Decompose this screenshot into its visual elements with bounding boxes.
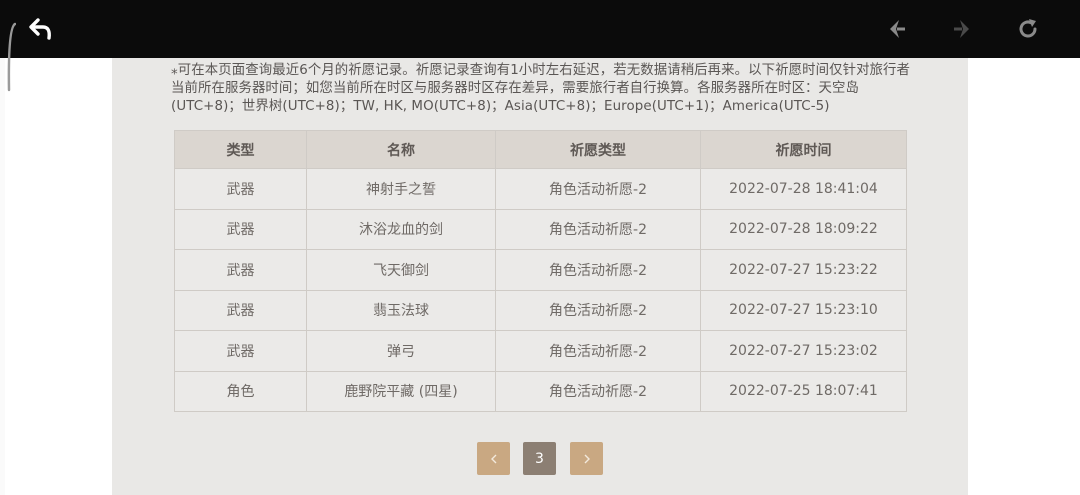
- header-type: 类型: [174, 130, 307, 169]
- cell-type: 武器: [174, 168, 307, 210]
- wish-history-panel: ⁎可在本页面查询最近6个月的祈愿记录。祈愿记录查询有1小时左右延迟，若无数据请稍…: [112, 58, 968, 495]
- cell-type: 武器: [174, 330, 307, 372]
- cell-time: 2022-07-27 15:23:22: [700, 249, 907, 291]
- cell-name: 翡玉法球: [306, 289, 496, 331]
- cell-name-four-star: 鹿野院平藏 (四星): [306, 370, 496, 412]
- cell-name: 飞天御剑: [306, 249, 496, 291]
- header-wish-time: 祈愿时间: [700, 130, 907, 169]
- back-arrow-icon[interactable]: [26, 14, 56, 44]
- table-row: 武器 飞天御剑 角色活动祈愿-2 2022-07-27 15:23:22: [174, 249, 907, 291]
- cell-type: 武器: [174, 249, 307, 291]
- edge-swipe-indicator: [7, 22, 16, 92]
- table-row: 武器 翡玉法球 角色活动祈愿-2 2022-07-27 15:23:10: [174, 289, 907, 331]
- header-name: 名称: [306, 130, 496, 169]
- browser-toolbar: [0, 0, 1080, 58]
- chevron-right-icon: [584, 454, 590, 463]
- next-page-button[interactable]: [570, 442, 603, 475]
- current-page-button[interactable]: 3: [523, 442, 556, 475]
- wish-records-table: 类型 名称 祈愿类型 祈愿时间 武器 神射手之誓 角色活动祈愿-2 2022-0…: [174, 130, 907, 412]
- table-row: 武器 弹弓 角色活动祈愿-2 2022-07-27 15:23:02: [174, 330, 907, 372]
- cell-name: 弹弓: [306, 330, 496, 372]
- nav-forward-icon[interactable]: [947, 14, 977, 44]
- cell-time: 2022-07-27 15:23:02: [700, 330, 907, 372]
- cell-time: 2022-07-28 18:41:04: [700, 168, 907, 210]
- table-header-row: 类型 名称 祈愿类型 祈愿时间: [174, 130, 907, 169]
- prev-page-button[interactable]: [477, 442, 510, 475]
- cell-time: 2022-07-27 15:23:10: [700, 289, 907, 331]
- table-row: 武器 沐浴龙血的剑 角色活动祈愿-2 2022-07-28 18:09:22: [174, 208, 907, 250]
- left-edge: [0, 58, 5, 495]
- header-wish-type: 祈愿类型: [495, 130, 701, 169]
- cell-name: 神射手之誓: [306, 168, 496, 210]
- cell-wish-type: 角色活动祈愿-2: [495, 330, 701, 372]
- refresh-icon[interactable]: [1013, 14, 1043, 44]
- table-row: 角色 鹿野院平藏 (四星) 角色活动祈愿-2 2022-07-25 18:07:…: [174, 370, 907, 412]
- cell-time: 2022-07-25 18:07:41: [700, 370, 907, 412]
- chevron-left-icon: [490, 454, 496, 463]
- table-row: 武器 神射手之誓 角色活动祈愿-2 2022-07-28 18:41:04: [174, 168, 907, 210]
- notice-text: ⁎可在本页面查询最近6个月的祈愿记录。祈愿记录查询有1小时左右延迟，若无数据请稍…: [171, 63, 911, 114]
- cell-wish-type: 角色活动祈愿-2: [495, 249, 701, 291]
- cell-wish-type: 角色活动祈愿-2: [495, 289, 701, 331]
- cell-wish-type: 角色活动祈愿-2: [495, 370, 701, 412]
- cell-wish-type: 角色活动祈愿-2: [495, 168, 701, 210]
- nav-back-icon[interactable]: [882, 14, 912, 44]
- cell-type: 武器: [174, 289, 307, 331]
- cell-wish-type: 角色活动祈愿-2: [495, 208, 701, 250]
- cell-type: 角色: [174, 370, 307, 412]
- cell-time: 2022-07-28 18:09:22: [700, 208, 907, 250]
- cell-type: 武器: [174, 208, 307, 250]
- cell-name: 沐浴龙血的剑: [306, 208, 496, 250]
